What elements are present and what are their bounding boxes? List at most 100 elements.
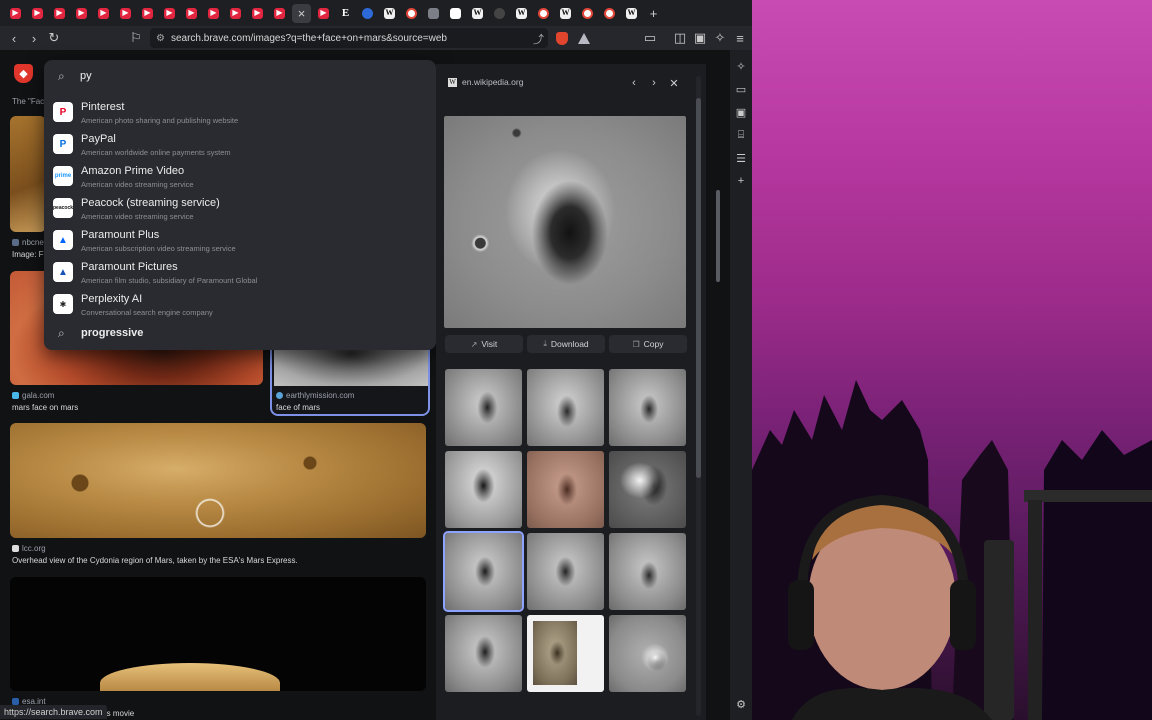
leo-button[interactable]: ✧	[710, 28, 730, 48]
tab[interactable]	[578, 4, 597, 23]
related-image-thumbnail[interactable]	[445, 615, 522, 692]
related-image-thumbnail[interactable]	[527, 369, 604, 446]
tab[interactable]: ▶	[248, 4, 267, 23]
brave-shields-button[interactable]	[552, 28, 572, 48]
reading-mode-icon[interactable]: ☰	[733, 150, 749, 166]
related-image-thumbnail[interactable]	[445, 451, 522, 528]
suggestion-title: Pinterest	[81, 101, 125, 113]
tab[interactable]: ▶	[116, 4, 135, 23]
tab[interactable]: W	[622, 4, 641, 23]
new-tab-button[interactable]: +	[644, 4, 663, 23]
preview-scrollbar[interactable]	[696, 76, 701, 716]
tab[interactable]	[490, 4, 509, 23]
related-image-thumbnail[interactable]	[609, 533, 686, 610]
tab[interactable]: W	[468, 4, 487, 23]
add-panel-icon[interactable]: +	[733, 173, 749, 189]
related-image-thumbnail[interactable]	[609, 369, 686, 446]
forward-button[interactable]: ›	[24, 28, 44, 48]
tab[interactable]: ▶	[204, 4, 223, 23]
result-source[interactable]: earthlymission.com	[276, 391, 354, 400]
suggestion-pinterest[interactable]: P Pinterest American photo sharing and p…	[44, 97, 436, 129]
tab[interactable]	[534, 4, 553, 23]
e-icon: E	[341, 6, 350, 19]
related-image-thumbnail[interactable]	[445, 369, 522, 446]
suggestion-paypal[interactable]: P PayPal American worldwide online payme…	[44, 129, 436, 161]
search-input[interactable]	[80, 67, 380, 85]
leo-ai-icon[interactable]: ✧	[733, 58, 749, 74]
result-source[interactable]: lcc.org	[12, 544, 46, 553]
result-image[interactable]	[10, 116, 46, 232]
next-image-button[interactable]: ›	[646, 75, 662, 91]
tab[interactable]: ▶	[160, 4, 179, 23]
result-caption: mars face on mars	[12, 403, 79, 412]
related-image-thumbnail[interactable]	[527, 615, 604, 692]
result-image[interactable]	[10, 577, 426, 691]
download-button[interactable]: ⤓ Download	[527, 335, 605, 353]
tab[interactable]	[600, 4, 619, 23]
sparkle-icon: ✧	[714, 30, 726, 45]
wallet-icon[interactable]: ▣	[733, 104, 749, 120]
result-source[interactable]: gala.com	[12, 391, 54, 400]
tab[interactable]: ▶	[50, 4, 69, 23]
tab[interactable]	[424, 4, 443, 23]
tab[interactable]: W	[556, 4, 575, 23]
result-image[interactable]	[10, 423, 426, 538]
tab[interactable]: ▶	[72, 4, 91, 23]
related-image-thumbnail[interactable]	[527, 533, 604, 610]
copy-button[interactable]: ❐ Copy	[609, 335, 687, 353]
tab[interactable]: ▶	[94, 4, 113, 23]
address-bar[interactable]: ⚙ search.brave.com/images?q=the+face+on+…	[150, 28, 548, 48]
share-icon[interactable]: ⤴	[533, 31, 544, 47]
tab[interactable]: E	[336, 4, 355, 23]
close-preview-button[interactable]: ✕	[666, 75, 682, 91]
active-tab[interactable]: ×	[292, 3, 311, 23]
tab[interactable]: ▶	[138, 4, 157, 23]
back-button[interactable]: ‹	[4, 28, 24, 48]
grid-icon	[428, 7, 439, 19]
preview-source[interactable]: W en.wikipedia.org	[448, 77, 523, 87]
related-image-thumbnail[interactable]	[609, 615, 686, 692]
wallet-button[interactable]: ▣	[690, 28, 710, 48]
tab[interactable]: ▶	[182, 4, 201, 23]
tab[interactable]	[402, 4, 421, 23]
media-button[interactable]: ▭	[640, 28, 660, 48]
visit-button[interactable]: ↗ Visit	[445, 335, 523, 353]
suggestion-paramount-pictures[interactable]: ▲ Paramount Pictures American film studi…	[44, 257, 436, 289]
tab[interactable]	[446, 4, 465, 23]
related-image-thumbnail[interactable]	[527, 451, 604, 528]
tab[interactable]: ▶	[270, 4, 289, 23]
bookmark-button[interactable]: ⚐	[126, 28, 146, 48]
previous-image-button[interactable]: ‹	[626, 75, 642, 91]
close-tab-icon[interactable]: ×	[298, 6, 306, 21]
suggestion-paramount-plus[interactable]: ▲ Paramount Plus American subscription v…	[44, 225, 436, 257]
suggestion-peacock[interactable]: peacock Peacock (streaming service) Amer…	[44, 193, 436, 225]
mars-face-thumbnail	[274, 346, 428, 386]
suggestion-amazon-prime-video[interactable]: prime Amazon Prime Video American video …	[44, 161, 436, 193]
suggestion-perplexity-ai[interactable]: ✱ Perplexity AI Conversational search en…	[44, 289, 436, 321]
reading-list-icon[interactable]: ▭	[733, 81, 749, 97]
tab[interactable]: ▶	[314, 4, 333, 23]
brave-logo[interactable]: ◆	[14, 64, 33, 83]
scrollbar-thumb[interactable]	[696, 98, 701, 478]
tab[interactable]: ▶	[6, 4, 25, 23]
tab[interactable]: W	[380, 4, 399, 23]
sidebar-toggle-button[interactable]: ◫	[670, 28, 690, 48]
bookmarks-icon[interactable]: ⌸	[733, 127, 749, 143]
tab[interactable]: ▶	[28, 4, 47, 23]
globe-icon	[362, 7, 373, 19]
reload-button[interactable]: ↻	[44, 28, 64, 48]
tab[interactable]	[358, 4, 377, 23]
result-source[interactable]: nbcne	[12, 238, 44, 247]
tab[interactable]: W	[512, 4, 531, 23]
page-scrollbar[interactable]	[715, 50, 721, 720]
settings-gear-icon[interactable]: ⚙	[733, 696, 749, 712]
suggestion-query[interactable]: ⌕ progressive	[44, 318, 436, 350]
related-image-thumbnail-selected[interactable]	[443, 531, 524, 612]
related-image-thumbnail[interactable]	[609, 451, 686, 528]
preview-image[interactable]	[444, 116, 686, 328]
site-favicon	[12, 392, 19, 399]
scrollbar-thumb[interactable]	[716, 190, 720, 282]
tab[interactable]: ▶	[226, 4, 245, 23]
menu-button[interactable]: ≡	[730, 28, 750, 48]
brave-rewards-button[interactable]	[574, 28, 594, 48]
